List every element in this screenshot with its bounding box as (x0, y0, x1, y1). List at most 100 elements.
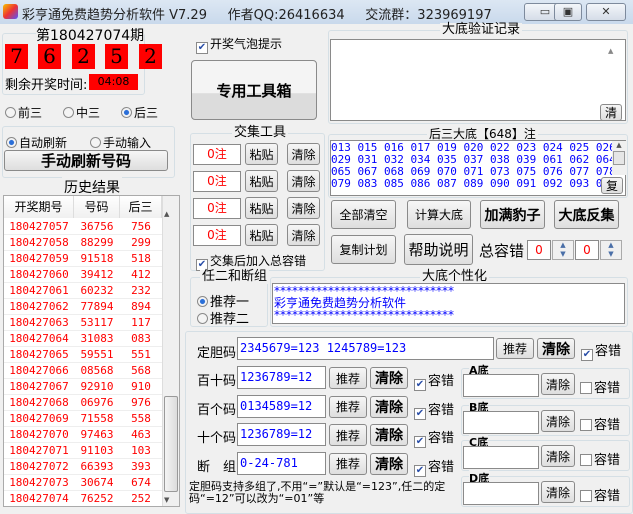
table-row[interactable]: 180427071 91103 103 (4, 443, 162, 459)
base-inverse-button[interactable]: 大底反集 (554, 200, 619, 229)
manual-input-radio[interactable]: 手动输入 (90, 134, 151, 151)
intersect-count[interactable]: 0注 (193, 225, 241, 246)
tolerance-checkbox[interactable]: ✔ 容错 (414, 399, 454, 420)
base-input[interactable] (463, 482, 539, 505)
clear-button[interactable]: 清除 (370, 367, 408, 389)
base-clear-button[interactable]: 清除 (541, 445, 575, 467)
filter-input[interactable]: 1236789=12 (237, 366, 326, 389)
tolerance-checkbox[interactable]: ✔ 容错 (414, 370, 454, 391)
tolerance-input-2[interactable]: 0 (575, 240, 599, 260)
base-input[interactable] (463, 374, 539, 397)
tolerance-checkbox[interactable]: ✔ 容错 (581, 340, 621, 361)
paste-button[interactable]: 粘贴 (245, 170, 278, 192)
recommend-button[interactable]: 推荐 (496, 338, 534, 359)
position-radio[interactable]: 后三 (121, 104, 158, 121)
verify-textarea[interactable] (330, 39, 626, 121)
tolerance-label: 容错 (595, 344, 622, 359)
clear-all-button[interactable]: 全部清空 (331, 200, 396, 229)
clear-button[interactable]: 清除 (287, 224, 320, 246)
custom-textarea[interactable]: ****************************** 彩亨通免费趋势分析… (272, 283, 625, 324)
intersect-count[interactable]: 0注 (193, 144, 241, 165)
col-header-last3[interactable]: 后三 (120, 196, 162, 218)
scroll-thumb[interactable] (164, 396, 178, 492)
col-header-number[interactable]: 号码 (74, 196, 120, 218)
clear-button[interactable]: 清除 (370, 424, 408, 446)
tolerance-spinner-2[interactable]: ▲ ▼ (600, 240, 622, 260)
scroll-thumb[interactable] (613, 151, 625, 165)
base-clear-button[interactable]: 清除 (541, 481, 575, 503)
position-radio[interactable]: 前三 (5, 104, 42, 121)
toolbox-button[interactable]: 专用工具箱 (191, 60, 317, 120)
table-row[interactable]: 180427070 97463 463 (4, 427, 162, 443)
calc-base-button[interactable]: 计算大底 (407, 200, 471, 229)
table-row[interactable]: 180427064 31083 083 (4, 331, 162, 347)
copy-plan-button[interactable]: 复制计划 (331, 235, 396, 264)
clear-button[interactable]: 清除 (287, 143, 320, 165)
recommend-button[interactable]: 推荐 (329, 424, 367, 446)
base-tolerance-checkbox[interactable]: 容错 (580, 449, 620, 468)
auto-refresh-radio[interactable]: 自动刷新 (6, 134, 67, 151)
base-copy-button[interactable]: 复 (601, 177, 623, 194)
filter-input[interactable]: 0134589=12 (237, 394, 326, 418)
paste-button[interactable]: 粘贴 (245, 143, 278, 165)
table-row[interactable]: 180427068 06976 976 (4, 395, 162, 411)
recommend-button[interactable]: 推荐 (329, 367, 367, 389)
tolerance-spinner-1[interactable]: ▲ ▼ (552, 240, 574, 260)
clear-button[interactable]: 清除 (287, 197, 320, 219)
tolerance-checkbox[interactable]: ✔ 容错 (414, 456, 454, 477)
base-scrollbar[interactable]: ▲ (612, 141, 626, 175)
recommend2-radio[interactable]: 推荐二 (197, 308, 249, 327)
base-tolerance-checkbox[interactable]: 容错 (580, 414, 620, 433)
table-row[interactable]: 180427060 39412 412 (4, 267, 162, 283)
position-radio[interactable]: 中三 (63, 104, 100, 121)
recommend-button[interactable]: 推荐 (329, 452, 367, 475)
table-row[interactable]: 180427065 59551 551 (4, 347, 162, 363)
bubble-tip-checkbox[interactable]: ✔ 开奖气泡提示 (196, 35, 282, 54)
table-row[interactable]: 180427067 92910 910 (4, 379, 162, 395)
tolerance-checkbox[interactable]: ✔ 容错 (414, 427, 454, 448)
clear-button[interactable]: 清除 (537, 338, 575, 359)
table-row[interactable]: 180427057 36756 756 (4, 219, 162, 235)
filter-input[interactable]: 0-24-781 (237, 451, 326, 475)
intersect-count[interactable]: 0注 (193, 198, 241, 219)
base-textarea[interactable]: 013 015 016 017 019 020 022 023 024 025 … (330, 140, 626, 196)
table-row[interactable]: 180427072 66393 393 (4, 459, 162, 475)
base-tolerance-checkbox[interactable]: 容错 (580, 485, 620, 504)
tolerance-input-1[interactable]: 0 (527, 240, 551, 260)
table-row[interactable]: 180427074 76252 252 (4, 491, 162, 506)
history-scrollbar[interactable]: ▲ ▼ (162, 196, 179, 506)
table-row[interactable]: 180427062 77894 894 (4, 299, 162, 315)
table-row[interactable]: 180427073 30674 674 (4, 475, 162, 491)
maximize-button[interactable]: ▣ (554, 3, 582, 21)
recommend-button[interactable]: 推荐 (329, 395, 367, 418)
add-leopard-button[interactable]: 加满豹子 (480, 200, 545, 229)
base-input[interactable] (463, 446, 539, 469)
col-header-period[interactable]: 开奖期号 (4, 196, 74, 218)
clear-button[interactable]: 清除 (287, 170, 320, 192)
table-row[interactable]: 180427069 71558 558 (4, 411, 162, 427)
base-input[interactable] (463, 411, 539, 434)
scroll-up-icon[interactable]: ▲ (612, 141, 626, 149)
table-row[interactable]: 180427058 88299 299 (4, 235, 162, 251)
manual-refresh-button[interactable]: 手动刷新号码 (4, 150, 168, 171)
table-row[interactable]: 180427061 60232 232 (4, 283, 162, 299)
scroll-down-icon[interactable]: ▼ (164, 496, 169, 504)
scroll-up-icon[interactable]: ▲ (164, 210, 169, 218)
intersect-count[interactable]: 0注 (193, 171, 241, 192)
clear-button[interactable]: 清除 (370, 452, 408, 475)
base-clear-button[interactable]: 清除 (541, 373, 575, 395)
verify-clear-button[interactable]: 清 (600, 104, 622, 121)
paste-button[interactable]: 粘贴 (245, 224, 278, 246)
table-row[interactable]: 180427059 91518 518 (4, 251, 162, 267)
scroll-up-icon[interactable]: ▲ (608, 47, 613, 55)
close-button[interactable]: ✕ (586, 3, 626, 21)
base-clear-button[interactable]: 清除 (541, 410, 575, 432)
base-tolerance-checkbox[interactable]: 容错 (580, 377, 620, 396)
paste-button[interactable]: 粘贴 (245, 197, 278, 219)
dan-code-input[interactable]: 2345679=123 1245789=123 (237, 337, 494, 360)
filter-input[interactable]: 1236789=12 (237, 423, 326, 446)
table-row[interactable]: 180427063 53117 117 (4, 315, 162, 331)
clear-button[interactable]: 清除 (370, 395, 408, 418)
help-button[interactable]: 帮助说明 (404, 234, 473, 265)
table-row[interactable]: 180427066 08568 568 (4, 363, 162, 379)
